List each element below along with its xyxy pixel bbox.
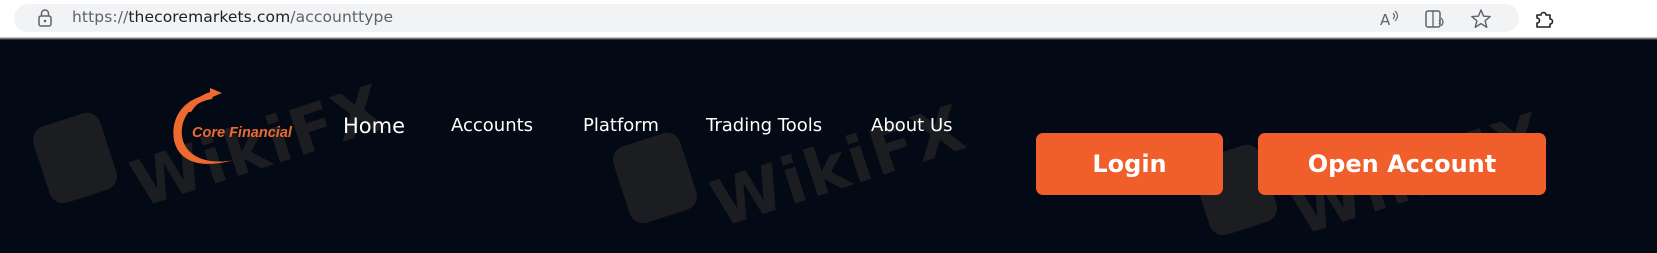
nav-platform[interactable]: Platform: [583, 115, 659, 136]
svg-text:A: A: [1380, 11, 1391, 29]
url-text[interactable]: https://thecoremarkets.com/accounttype: [72, 8, 393, 26]
browser-toolbar: https://thecoremarkets.com/accounttype A: [0, 0, 1657, 40]
immersive-reader-icon[interactable]: [1423, 7, 1447, 31]
open-account-button[interactable]: Open Account: [1258, 133, 1546, 195]
url-path: /accounttype: [290, 8, 394, 26]
logo-text: Core Financial: [192, 125, 292, 141]
nav-home[interactable]: Home: [343, 114, 405, 138]
nav-accounts[interactable]: Accounts: [451, 115, 533, 136]
url-host: thecoremarkets.com: [128, 8, 291, 26]
core-financial-logo[interactable]: Core Financial: [170, 88, 320, 178]
lock-icon[interactable]: [38, 8, 52, 28]
read-aloud-icon[interactable]: A: [1378, 7, 1402, 31]
site-header: WikiFX WikiFX WikiFX Core Financial Home…: [0, 40, 1657, 253]
nav-trading-tools[interactable]: Trading Tools: [706, 115, 822, 136]
url-scheme: https://: [72, 8, 129, 26]
nav-about-us[interactable]: About Us: [871, 115, 953, 136]
favorite-star-icon[interactable]: [1469, 7, 1493, 31]
login-button[interactable]: Login: [1036, 133, 1223, 195]
extensions-icon[interactable]: [1532, 7, 1556, 31]
